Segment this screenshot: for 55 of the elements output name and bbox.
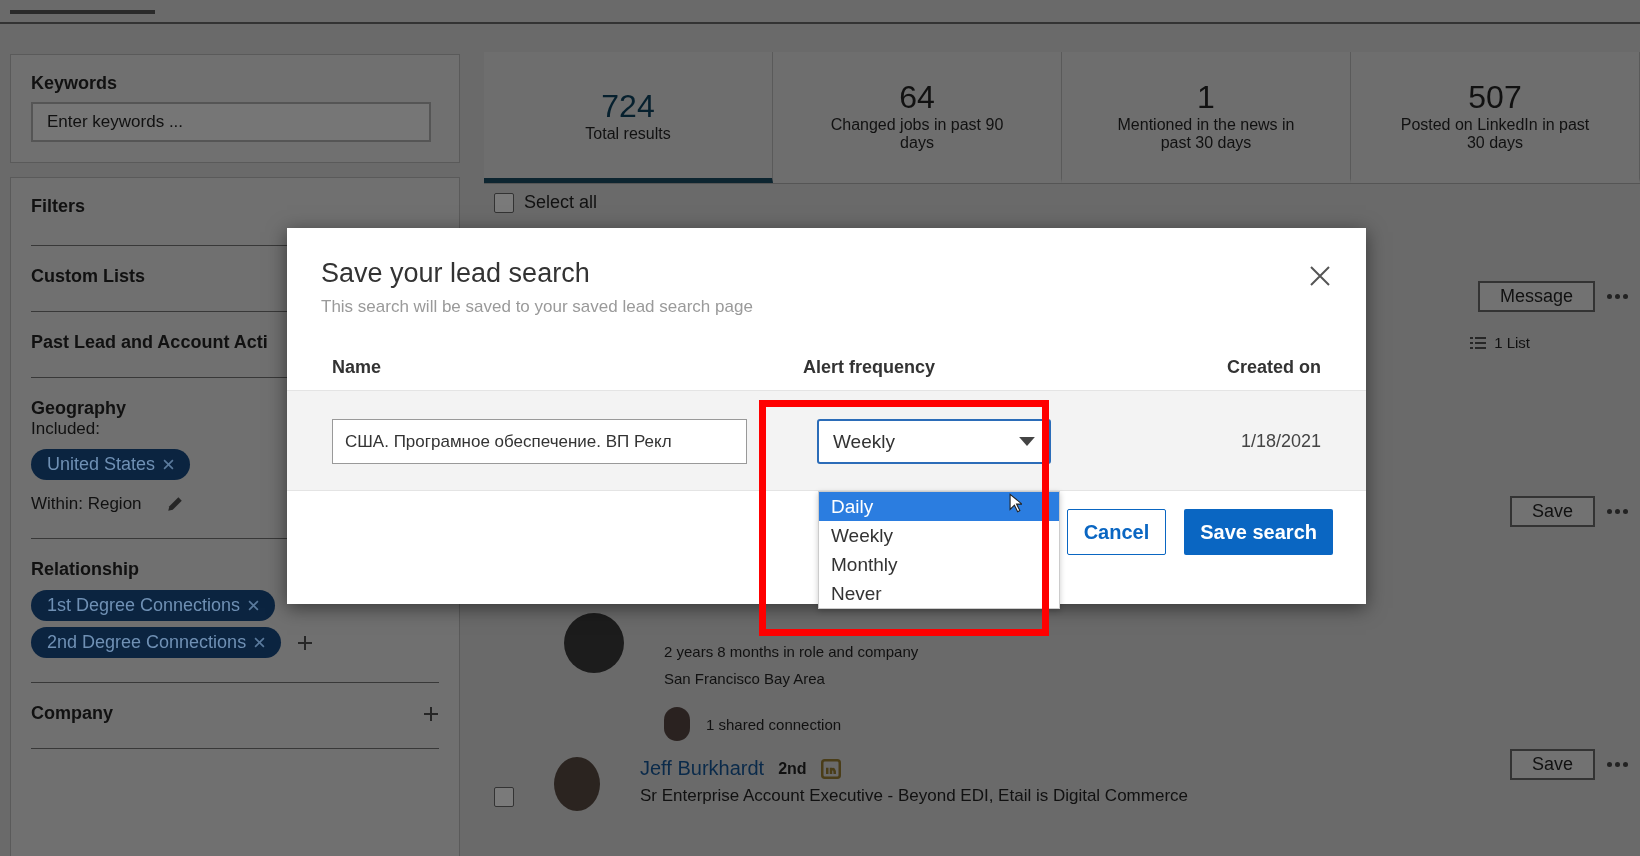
avatar-circle [554,757,600,811]
filter-chip[interactable]: 2nd Degree Connections [31,627,282,658]
profile-badge-icon [820,758,841,779]
lead-checkbox[interactable] [494,787,514,807]
column-header: Created on [1226,357,1321,378]
filter-section-title[interactable]: Relationship [31,559,139,580]
dialog-title: Save your lead search [321,258,591,289]
save-button[interactable]: Save [1509,496,1595,527]
plus-icon[interactable] [423,705,439,722]
close-icon[interactable] [163,459,175,470]
cancel-button[interactable]: Cancel [1066,509,1167,555]
filter-chip[interactable]: United States [31,449,191,480]
within-region-label: Within: Region [31,494,142,514]
select-all-label: Select all [524,192,598,213]
alert-frequency-select[interactable]: Weekly [817,419,1051,464]
lead-name-link[interactable]: Jeff Burkhardt [640,757,765,780]
save-button[interactable]: Save [1509,749,1595,780]
stat-tab[interactable]: 64 Changed jobs in past 90 days [773,52,1062,183]
filter-section-title[interactable]: Custom Lists [31,266,145,287]
select-all-checkbox[interactable] [494,192,514,213]
lead-title-text: Sr Enterprise Account Executive - Beyond EDI, Etail is Digital Commerce [640,786,1189,806]
created-date: 1/18/2021 [1240,431,1321,452]
keywords-input[interactable]: Enter keywords ... [31,102,431,142]
list-icon [1470,335,1487,350]
filter-section-title[interactable]: Geography [31,398,127,419]
included-label: Included: [31,419,101,439]
list-count[interactable]: 1 List [1494,334,1530,351]
close-icon[interactable] [248,600,260,611]
pencil-icon[interactable] [165,495,184,513]
keywords-label: Keywords [31,73,119,94]
shared-connection-text: 1 shared connection [706,715,842,733]
location-text: San Francisco Bay Area [664,670,826,687]
plus-icon[interactable] [297,634,314,651]
filter-chip[interactable]: 1st Degree Connections [31,590,276,621]
dialog-subtitle: This search will be saved to your saved lead search page [321,297,753,317]
dropdown-option[interactable]: Monthly [819,550,1059,579]
degree-label: 2nd [778,759,807,778]
close-icon[interactable] [254,637,266,648]
dropdown-option[interactable]: Daily [819,492,1059,521]
dropdown-option[interactable]: Weekly [819,521,1059,550]
close-icon[interactable] [1308,264,1332,288]
tenure-text: 2 years 8 months in role and company [664,643,919,660]
stat-tab[interactable]: 507 Posted on LinkedIn in past 30 days [1351,52,1640,183]
column-header: Alert frequency [803,357,937,378]
save-search-button[interactable]: Save search [1184,509,1333,555]
message-button[interactable]: Message [1477,281,1595,312]
dropdown-option[interactable]: Never [819,579,1059,608]
avatar-circle [564,613,624,673]
filter-section-title[interactable]: Past Lead and Account Acti [31,332,268,353]
stat-tab[interactable]: 724 Total results [484,52,773,183]
filter-section-title[interactable]: Company [31,703,113,724]
search-name-input[interactable]: США. Програмное обеспечение. ВП Рекл [332,419,747,464]
stat-tab[interactable]: 1 Mentioned in the news in past 30 days [1062,52,1351,183]
caret-icon [1019,437,1035,446]
column-header: Name [332,357,383,378]
